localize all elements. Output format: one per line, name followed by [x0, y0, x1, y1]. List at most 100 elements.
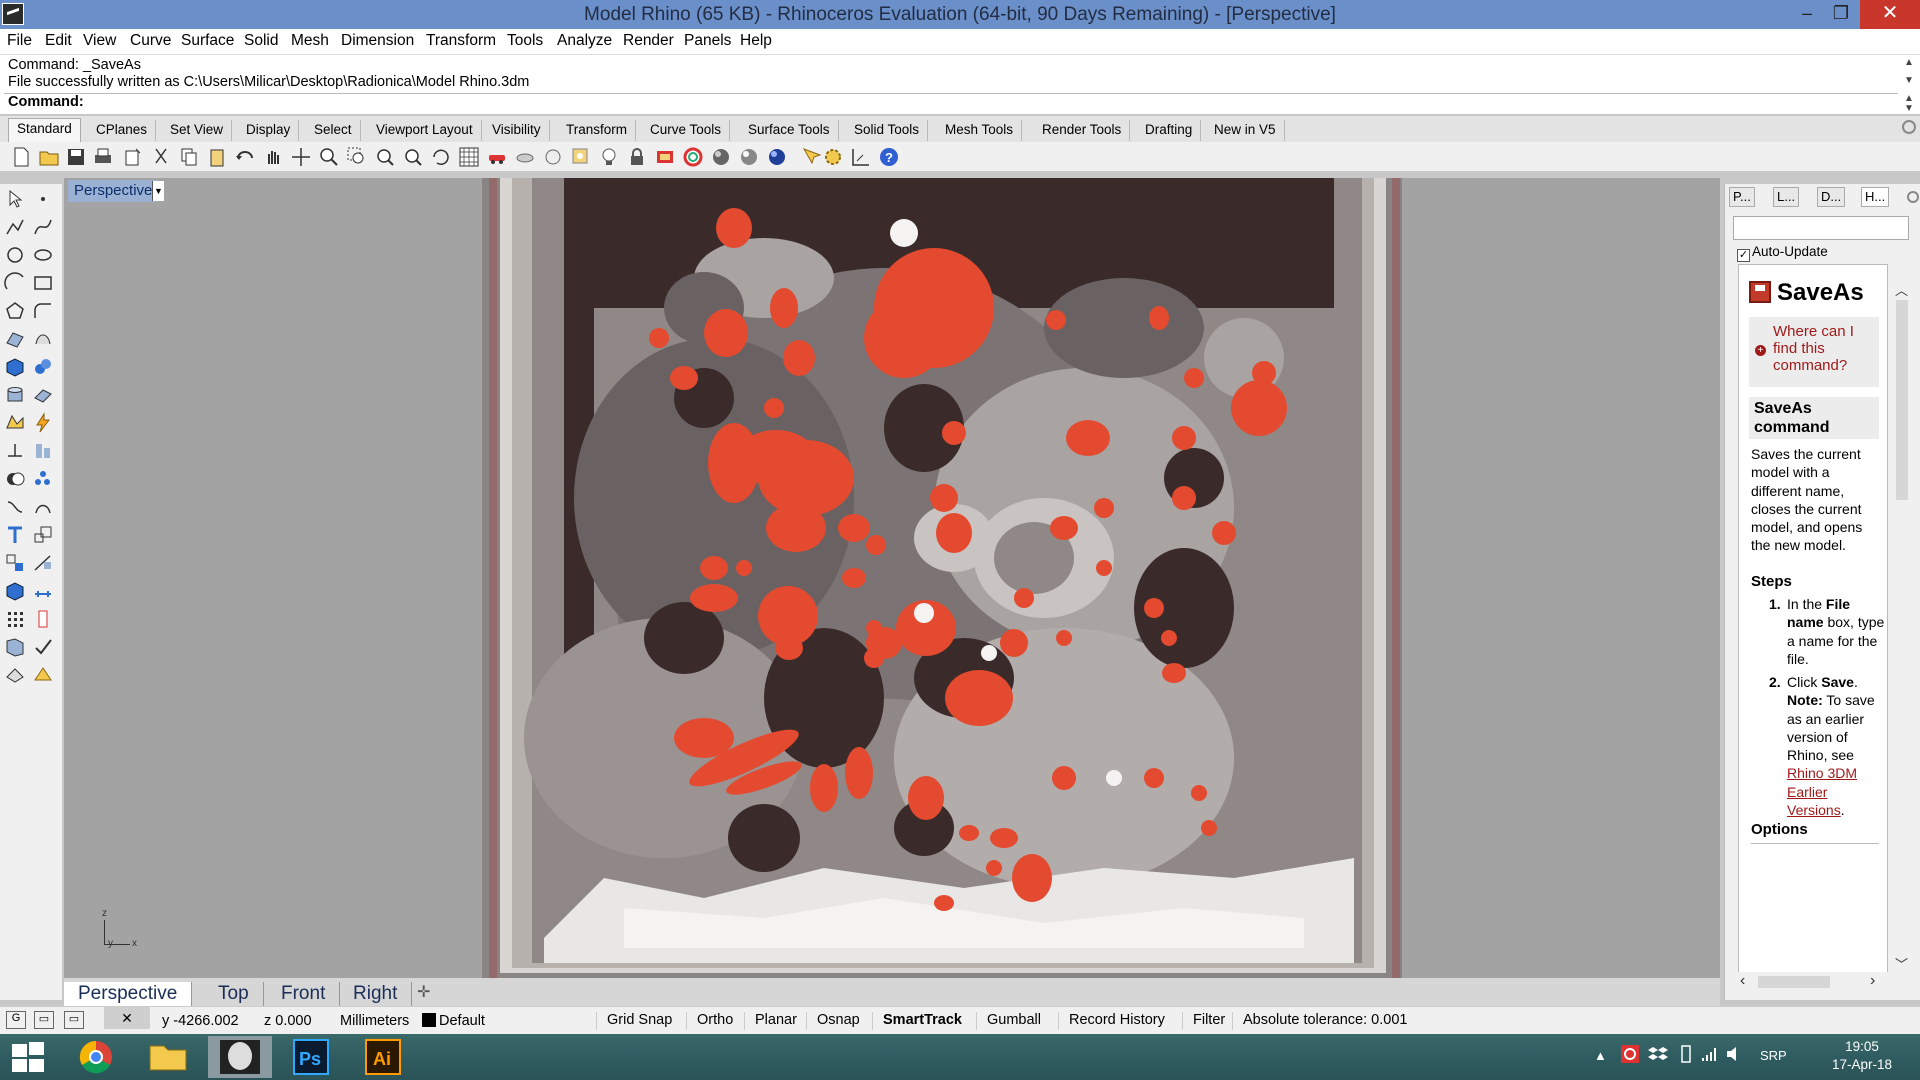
tab-new-in-v5[interactable]: New in V5 [1206, 120, 1285, 141]
command-prompt[interactable]: Command: [8, 94, 84, 110]
render-object-icon[interactable] [514, 146, 536, 168]
tab-right[interactable]: Right [339, 982, 413, 1006]
chrome-icon[interactable] [62, 1036, 130, 1078]
illustrator-icon[interactable]: Ai [350, 1036, 418, 1078]
dropbox-icon[interactable] [1648, 1044, 1668, 1064]
shaded-sphere-icon[interactable] [738, 146, 760, 168]
menu-render[interactable]: Render [623, 32, 674, 50]
lightning-icon[interactable] [32, 412, 54, 434]
solid-box-icon[interactable] [4, 580, 26, 602]
where-link[interactable]: + Where can I find this command? [1749, 317, 1879, 387]
rhino-3dm-link[interactable]: Rhino 3DM Earlier Versions [1787, 765, 1857, 818]
polyline-icon[interactable] [4, 216, 26, 238]
chevron-right-icon[interactable]: › [1870, 972, 1875, 990]
sphere-icon[interactable] [32, 356, 54, 378]
menu-surface[interactable]: Surface [181, 32, 234, 50]
new-file-icon[interactable] [10, 146, 32, 168]
planar-toggle[interactable]: Planar [744, 1012, 797, 1030]
viewport-label[interactable]: Perspective [68, 180, 159, 202]
window-icon[interactable]: ▭ [34, 1011, 54, 1029]
menu-file[interactable]: File [7, 32, 32, 50]
maximize-button[interactable]: ❐ [1818, 0, 1864, 29]
history-icon[interactable] [32, 608, 54, 630]
point-icon[interactable] [32, 188, 54, 210]
tab-render-tools[interactable]: Render Tools [1034, 120, 1131, 141]
dimension-icon[interactable] [32, 552, 54, 574]
battery-icon[interactable] [1676, 1044, 1696, 1064]
surface-icon[interactable] [4, 328, 26, 350]
tab-cplanes[interactable]: CPlanes [88, 120, 157, 141]
tab-viewport-layout[interactable]: Viewport Layout [368, 120, 482, 141]
tab-layers[interactable]: L... [1773, 187, 1800, 207]
zoom-extents-icon[interactable] [374, 146, 396, 168]
save-icon[interactable] [65, 146, 87, 168]
undo-icon[interactable] [234, 146, 256, 168]
signal-icon[interactable] [1700, 1044, 1720, 1064]
menu-edit[interactable]: Edit [45, 32, 72, 50]
trim-icon[interactable] [4, 496, 26, 518]
menu-solid[interactable]: Solid [244, 32, 278, 50]
text-icon[interactable] [4, 524, 26, 546]
rotate-view-icon[interactable] [430, 146, 452, 168]
smarttrack-toggle[interactable]: SmartTrack [872, 1012, 962, 1030]
tab-perspective[interactable]: Perspective [64, 982, 193, 1006]
material-sphere-icon[interactable] [710, 146, 732, 168]
box-icon[interactable] [4, 356, 26, 378]
polygon-icon[interactable] [4, 300, 26, 322]
close-window-button[interactable]: ✕ [1860, 0, 1920, 29]
photo-viewer-icon[interactable] [206, 1036, 274, 1078]
import-icon[interactable] [122, 146, 144, 168]
menu-transform[interactable]: Transform [426, 32, 496, 50]
tab-front[interactable]: Front [267, 982, 341, 1006]
copy-icon[interactable] [178, 146, 200, 168]
menu-analyze[interactable]: Analyze [557, 32, 612, 50]
chevron-down-icon[interactable]: ﹀ [1895, 954, 1908, 973]
window-icon[interactable]: ▭ [64, 1011, 84, 1029]
tab-solid-tools[interactable]: Solid Tools [846, 120, 929, 141]
gumball-toggle[interactable]: Gumball [976, 1012, 1041, 1030]
add-view-icon[interactable]: ✛ [417, 982, 430, 1002]
lights-icon[interactable] [570, 146, 592, 168]
osnap-toggle[interactable]: Osnap [806, 1012, 860, 1030]
antivirus-icon[interactable] [1620, 1044, 1640, 1064]
bulb-icon[interactable] [598, 146, 620, 168]
layer-icon[interactable] [654, 146, 676, 168]
volume-icon[interactable] [1724, 1044, 1744, 1064]
tab-drafting[interactable]: Drafting [1137, 120, 1202, 141]
move-icon[interactable] [4, 440, 26, 462]
menu-view[interactable]: View [83, 32, 116, 50]
tab-visibility[interactable]: Visibility [484, 120, 550, 141]
group-icon[interactable] [4, 552, 26, 574]
analyze-icon[interactable] [4, 636, 26, 658]
units-display[interactable]: Millimeters [340, 1013, 409, 1029]
windows-start-icon[interactable] [8, 1042, 50, 1072]
tab-standard[interactable]: Standard [8, 118, 81, 142]
tab-curve-tools[interactable]: Curve Tools [642, 120, 731, 141]
tab-help[interactable]: H... [1861, 187, 1890, 207]
tab-properties[interactable]: P... [1729, 187, 1755, 207]
record-history-toggle[interactable]: Record History [1058, 1012, 1165, 1030]
chevron-left-icon[interactable]: ‹ [1740, 972, 1745, 990]
tab-top[interactable]: Top [204, 982, 264, 1006]
gear-icon[interactable] [1907, 191, 1919, 203]
scroll-down-icon[interactable]: ▼ [1902, 75, 1916, 86]
zoom-selected-icon[interactable] [402, 146, 424, 168]
ortho-toggle[interactable]: Ortho [686, 1012, 733, 1030]
pan-icon[interactable] [262, 146, 284, 168]
cylinder-icon[interactable] [4, 384, 26, 406]
lock-icon[interactable] [626, 146, 648, 168]
file-explorer-icon[interactable] [134, 1036, 202, 1078]
scroll-thumb[interactable] [1896, 300, 1908, 500]
scale-icon[interactable] [32, 524, 54, 546]
perspective-viewport[interactable]: Perspective ▼ z y x [64, 178, 1720, 978]
menu-mesh[interactable]: Mesh [291, 32, 329, 50]
tab-surface-tools[interactable]: Surface Tools [740, 120, 839, 141]
split-icon[interactable] [32, 496, 54, 518]
paste-icon[interactable] [206, 146, 228, 168]
gear-icon[interactable] [1902, 120, 1916, 134]
help-search-input[interactable] [1733, 216, 1909, 240]
viewport-layout-icon[interactable] [458, 146, 480, 168]
menu-dimension[interactable]: Dimension [341, 32, 414, 50]
arc-icon[interactable] [4, 272, 26, 294]
scroll-down-icon[interactable]: ▼ [1902, 103, 1916, 114]
